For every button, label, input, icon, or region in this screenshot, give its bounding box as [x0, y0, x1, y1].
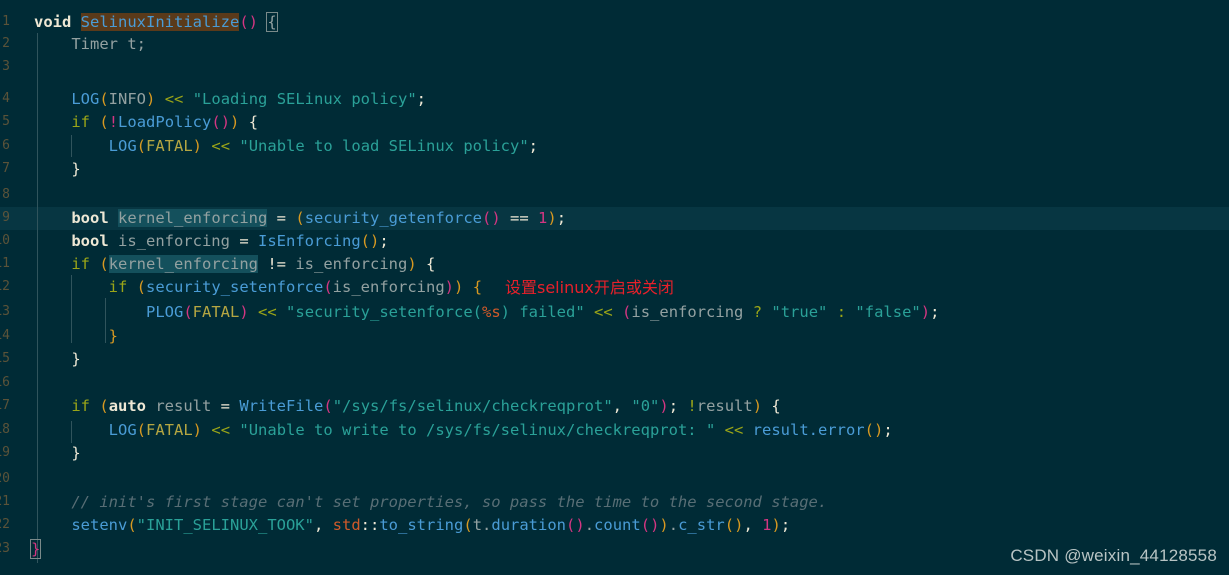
line-number: 13 — [0, 304, 10, 319]
line-number: 11 — [0, 256, 10, 271]
line-number: 5 — [2, 114, 10, 129]
line-number: 15 — [0, 351, 10, 366]
line-number: 1 — [2, 14, 10, 29]
code-line-19[interactable]: } — [0, 442, 1229, 465]
code-line-18[interactable]: LOG(FATAL) << "Unable to write to /sys/f… — [0, 419, 1229, 442]
code-line-9[interactable]: bool kernel_enforcing = (security_getenf… — [0, 207, 1229, 230]
code-line-10[interactable]: bool is_enforcing = IsEnforcing(); — [0, 230, 1229, 253]
line-number: 7 — [2, 161, 10, 176]
code-line-13[interactable]: PLOG(FATAL) << "security_setenforce(%s) … — [0, 301, 1229, 324]
line-number: 20 — [0, 471, 10, 486]
code-line-8[interactable] — [0, 184, 1229, 207]
code-line-2[interactable]: Timer t; — [0, 33, 1229, 56]
line-number: 19 — [0, 445, 10, 460]
line-number: 22 — [0, 517, 10, 532]
line-number: 6 — [2, 138, 10, 153]
code-line-14[interactable]: } — [0, 325, 1229, 348]
line-number: 17 — [0, 398, 10, 413]
token-occurrence-highlight: kernel_enforcing — [108, 255, 258, 273]
line-number: 16 — [0, 375, 10, 390]
line-number: 3 — [2, 59, 10, 74]
line-number: 12 — [0, 279, 10, 294]
token-function-selected: SelinuxInitialize — [80, 13, 240, 31]
annotation-text: 设置selinux开启或关闭 — [505, 278, 674, 297]
code-line-21[interactable]: // init's first stage can't set properti… — [0, 491, 1229, 514]
code-editor[interactable]: 1 2 3 4 5 6 7 8 9 10 11 12 13 14 15 16 1… — [0, 0, 1229, 575]
code-line-7[interactable]: } — [0, 158, 1229, 181]
line-number: 14 — [0, 328, 10, 343]
line-number: 8 — [2, 187, 10, 202]
line-number: 23 — [0, 541, 10, 556]
line-number: 18 — [0, 422, 10, 437]
line-number: 21 — [0, 494, 10, 509]
line-number: 4 — [2, 91, 10, 106]
token-matching-brace-close: } — [29, 539, 42, 559]
token-namespace-std: std — [332, 516, 361, 534]
line-number: 2 — [2, 36, 10, 51]
code-line-22[interactable]: setenv("INIT_SELINUX_TOOK", std::to_stri… — [0, 514, 1229, 537]
token-matching-brace-open: { — [266, 12, 278, 32]
token-comment: // init's first stage can't set properti… — [71, 493, 828, 511]
code-line-11[interactable]: if (kernel_enforcing != is_enforcing) { — [0, 253, 1229, 276]
line-number: 9 — [2, 210, 10, 225]
code-line-4[interactable]: LOG(INFO) << "Loading SELinux policy"; — [0, 88, 1229, 111]
token-occurrence-highlight: kernel_enforcing — [118, 209, 268, 227]
line-number: 10 — [0, 233, 10, 248]
watermark: CSDN @weixin_44128558 — [1010, 545, 1217, 565]
code-line-6[interactable]: LOG(FATAL) << "Unable to load SELinux po… — [0, 135, 1229, 158]
code-line-1[interactable]: void SelinuxInitialize() { — [0, 11, 1229, 34]
code-line-3[interactable] — [0, 56, 1229, 79]
code-line-16[interactable] — [0, 372, 1229, 395]
code-line-20[interactable] — [0, 468, 1229, 491]
code-line-17[interactable]: if (auto result = WriteFile("/sys/fs/sel… — [0, 395, 1229, 418]
code-line-5[interactable]: if (!LoadPolicy()) { — [0, 111, 1229, 134]
code-line-15[interactable]: } — [0, 348, 1229, 371]
line-number-gutter: 1 2 3 4 5 6 7 8 9 10 11 12 13 14 15 16 1… — [0, 0, 12, 575]
token-format-specifier: %s — [482, 303, 501, 321]
token-macro-log: LOG — [71, 90, 100, 108]
token-keyword: void — [34, 13, 72, 31]
